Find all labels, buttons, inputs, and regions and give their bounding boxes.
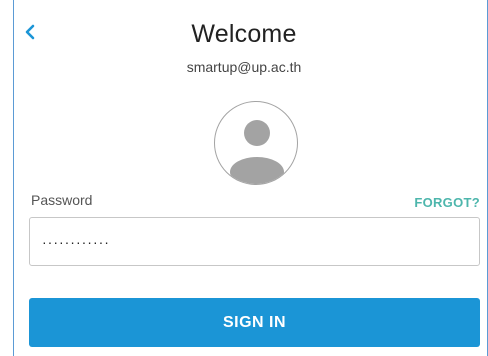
password-input[interactable]: [29, 217, 480, 266]
forgot-password-link[interactable]: FORGOT?: [414, 195, 480, 210]
page-title: Welcome: [191, 20, 297, 48]
avatar: [214, 101, 298, 185]
password-label: Password: [31, 192, 93, 208]
account-email: smartup@up.ac.th: [186, 59, 302, 75]
user-avatar-icon: [230, 120, 284, 184]
sign-in-button[interactable]: SIGN IN: [29, 298, 480, 347]
